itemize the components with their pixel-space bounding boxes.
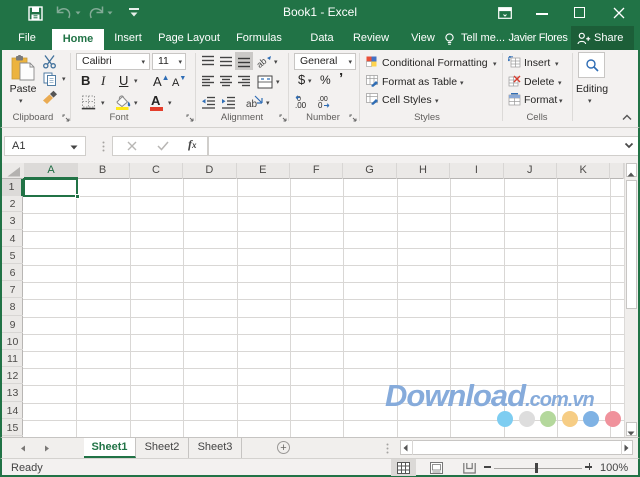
- svg-text:0: 0: [318, 101, 323, 110]
- svg-text:ab: ab: [246, 99, 258, 110]
- svg-text:ab: ab: [257, 56, 269, 69]
